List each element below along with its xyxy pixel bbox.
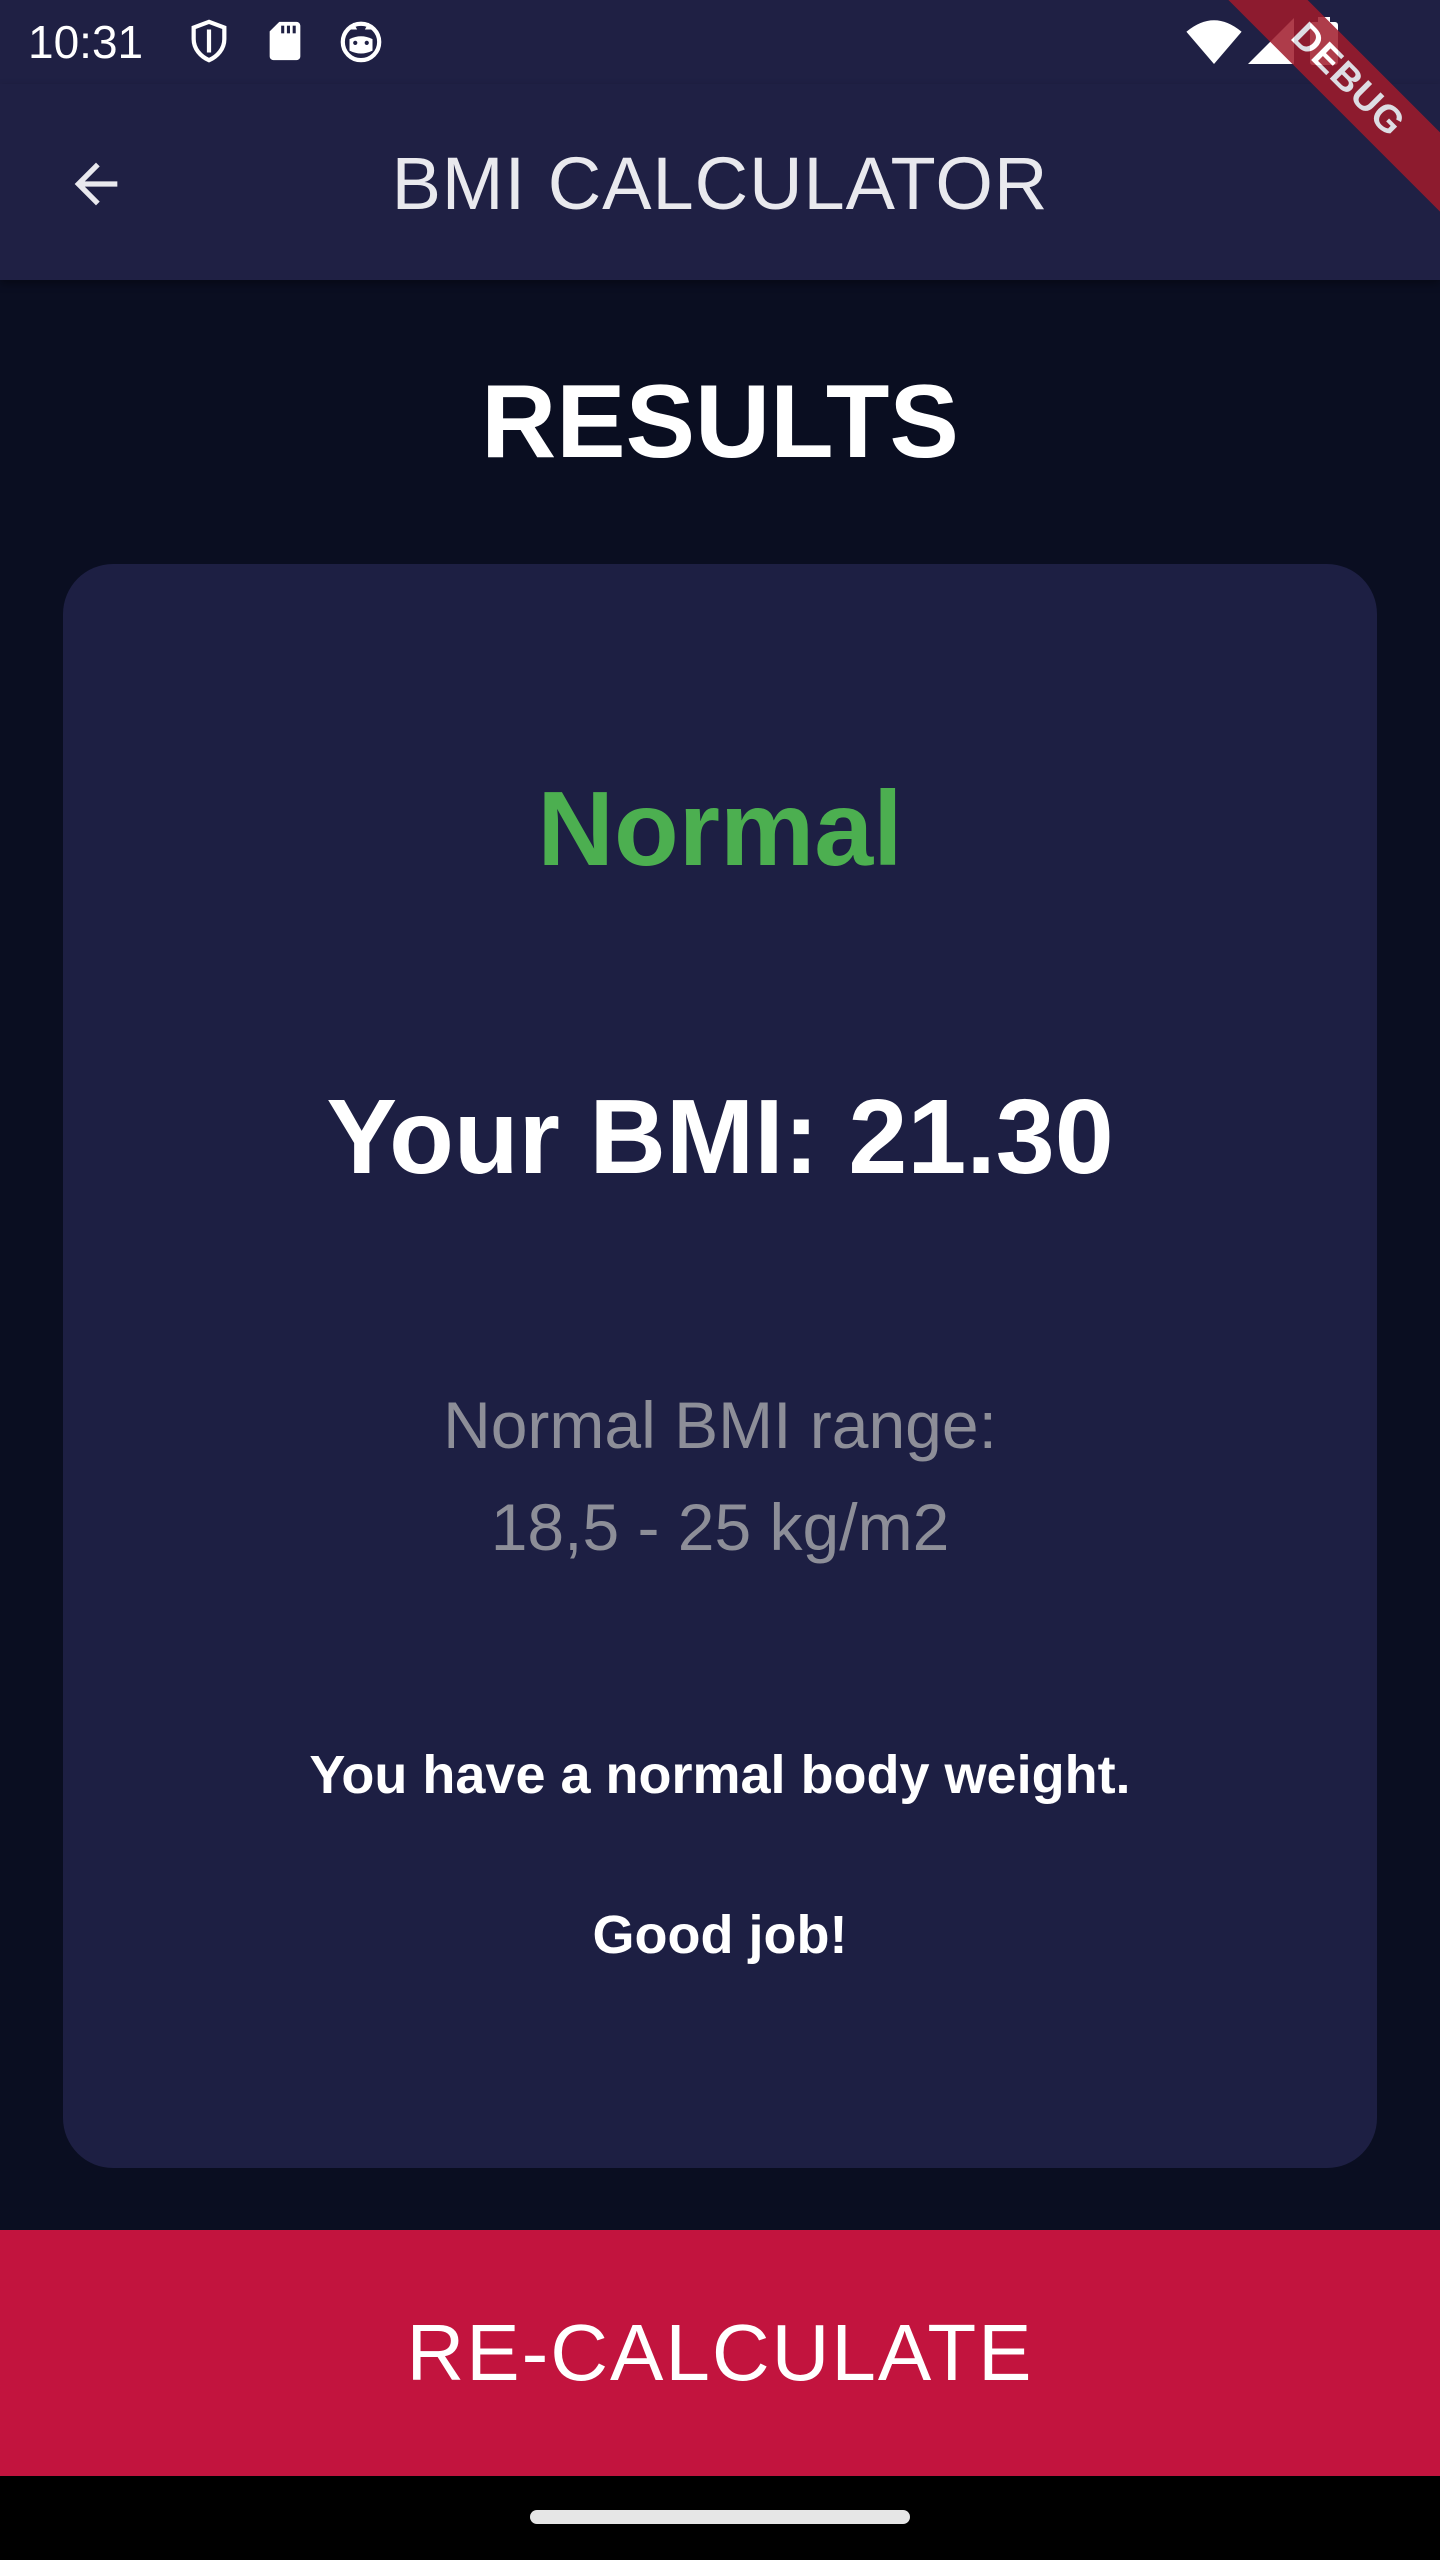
result-card: Normal Your BMI: 21.30 Normal BMI range:… bbox=[63, 564, 1377, 2168]
app-bar: BMI CALCULATOR bbox=[0, 84, 1440, 280]
recalculate-button-label: RE-CALCULATE bbox=[406, 2308, 1034, 2397]
home-indicator[interactable] bbox=[530, 2510, 910, 2524]
bmi-value-text: Your BMI: 21.30 bbox=[326, 1078, 1114, 1196]
sd-card-icon bbox=[269, 21, 301, 61]
page-title: RESULTS bbox=[481, 364, 959, 480]
battery-icon bbox=[1310, 17, 1338, 65]
encouragement-text: Good job! bbox=[592, 1905, 848, 1965]
status-bar: 10:31 bbox=[0, 0, 1440, 84]
normal-range-label: Normal BMI range: bbox=[443, 1388, 997, 1462]
cat-face-icon bbox=[340, 21, 382, 63]
recalculate-button[interactable]: RE-CALCULATE bbox=[0, 2230, 1440, 2476]
shield-icon bbox=[191, 19, 227, 63]
normal-range-value: 18,5 - 25 kg/m2 bbox=[490, 1490, 950, 1564]
system-navigation-bar bbox=[0, 2476, 1440, 2560]
status-time: 10:31 bbox=[28, 16, 144, 68]
app-title: BMI CALCULATOR bbox=[391, 142, 1049, 225]
interpretation-text: You have a normal body weight. bbox=[309, 1745, 1131, 1805]
bmi-results-screen: 10:31 BMI CALCULATOR DEBUG RESULTS Norma… bbox=[0, 0, 1440, 2560]
cell-signal-icon bbox=[1248, 18, 1294, 64]
bmi-status-label: Normal bbox=[537, 770, 903, 888]
wifi-icon bbox=[1186, 20, 1242, 64]
normal-range-text: Normal BMI range: 18,5 - 25 kg/m2 bbox=[63, 1374, 1377, 1578]
